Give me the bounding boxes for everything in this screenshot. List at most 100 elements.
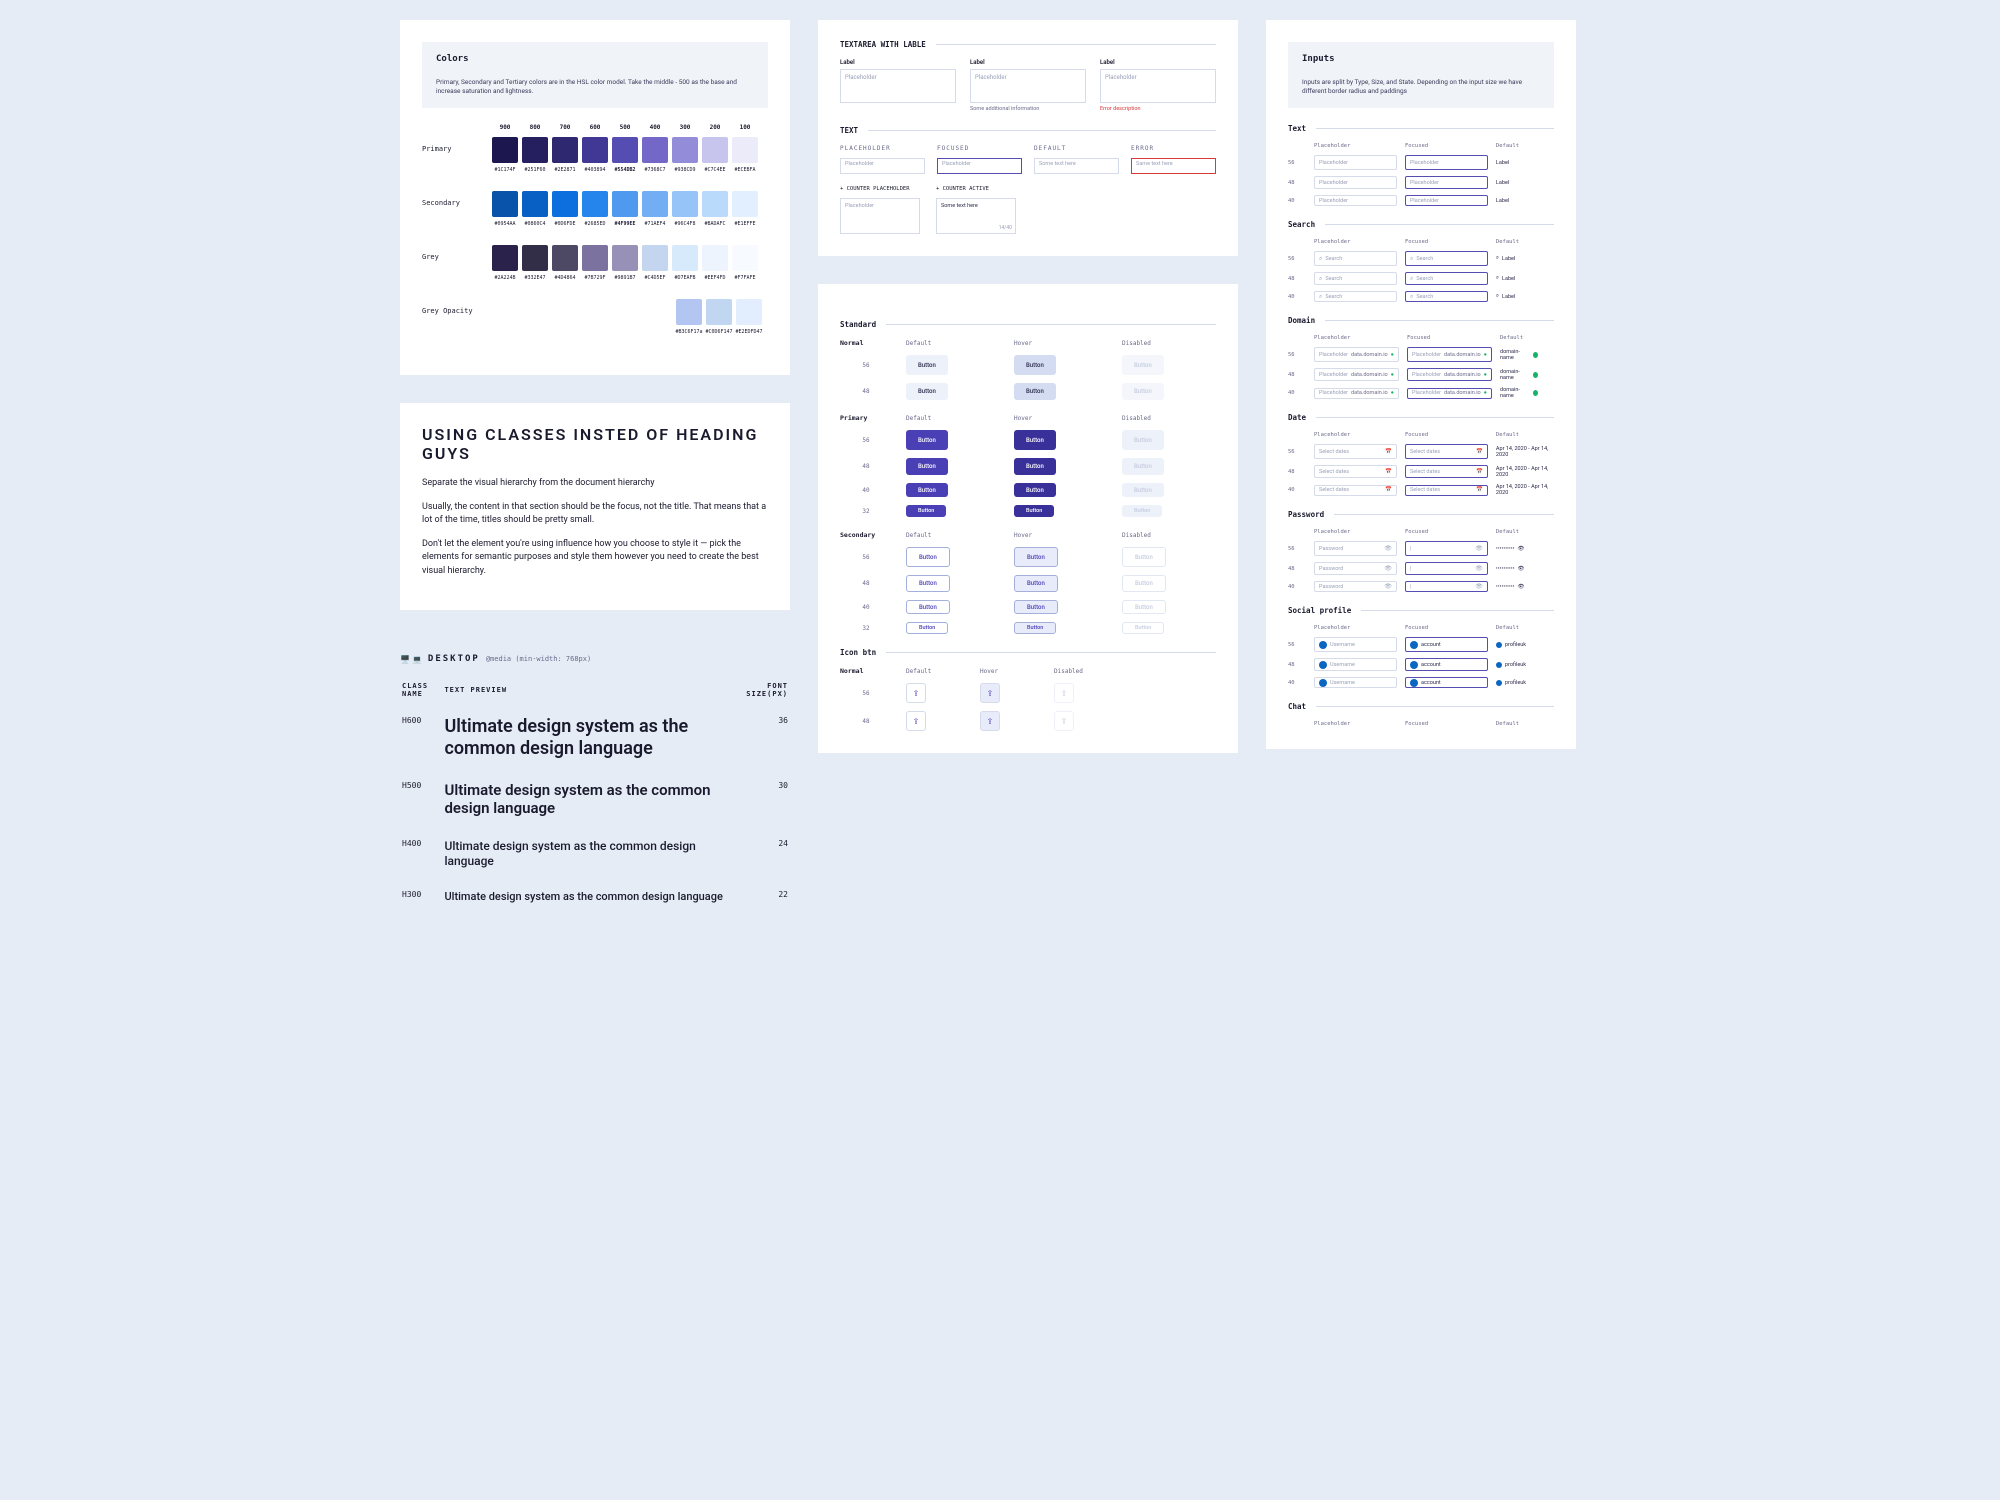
button-secondary[interactable]: Button	[906, 575, 950, 592]
eye-icon[interactable]: 👁	[1384, 583, 1392, 590]
color-swatch[interactable]: #9891B7	[612, 245, 638, 281]
domain-input[interactable]: Placeholderdata.domain.io●	[1314, 347, 1399, 362]
button-secondary[interactable]: Button	[906, 600, 950, 614]
password-input[interactable]: Password👁	[1314, 541, 1397, 556]
color-swatch[interactable]: #2685ED	[582, 191, 608, 227]
text-input-error[interactable]: Same text here	[1131, 158, 1216, 174]
search-input-focused[interactable]: ⌕Search	[1405, 291, 1488, 302]
color-swatch[interactable]: #554DB2	[612, 137, 638, 173]
color-swatch[interactable]: #332E47	[522, 245, 548, 281]
button-secondary[interactable]: Button	[1014, 575, 1058, 592]
button-secondary[interactable]: Button	[1014, 547, 1058, 567]
eye-icon[interactable]: 👁	[1475, 565, 1483, 572]
button-normal[interactable]: Button	[1014, 383, 1056, 400]
text-input-focused[interactable]: Placeholder	[937, 158, 1022, 174]
text-input[interactable]: Placeholder	[1314, 176, 1397, 189]
eye-icon[interactable]: 👁	[1475, 583, 1483, 590]
social-input[interactable]: Username	[1314, 637, 1397, 652]
eye-icon[interactable]: 👁	[1384, 545, 1392, 552]
button-primary[interactable]: Button	[1014, 430, 1056, 450]
date-input-focused[interactable]: Select dates📅	[1405, 465, 1488, 478]
button-primary[interactable]: Button	[1014, 458, 1056, 475]
button-primary[interactable]: Button	[906, 505, 946, 517]
text-input-focused[interactable]: Placeholder	[1405, 195, 1488, 206]
textarea-input[interactable]: Placeholder	[970, 69, 1086, 103]
password-input[interactable]: Password👁	[1314, 562, 1397, 575]
text-input[interactable]: Placeholder	[1314, 155, 1397, 170]
date-input-focused[interactable]: Select dates📅	[1405, 485, 1488, 496]
counter-placeholder-box[interactable]: Placeholder	[840, 198, 920, 234]
button-secondary[interactable]: Button	[906, 622, 948, 634]
eye-icon[interactable]: 👁	[1517, 566, 1524, 572]
color-swatch[interactable]: #ECEBFA	[732, 137, 758, 173]
color-swatch[interactable]: #4D4864	[552, 245, 578, 281]
password-input-focused[interactable]: |👁	[1405, 581, 1488, 592]
text-input-default[interactable]: Some text here	[1034, 158, 1119, 174]
button-primary[interactable]: Button	[906, 483, 948, 497]
domain-input-focused[interactable]: Placeholderdata.domain.io●	[1407, 368, 1492, 381]
button-normal[interactable]: Button	[906, 355, 948, 375]
button-secondary[interactable]: Button	[1014, 600, 1058, 614]
button-primary[interactable]: Button	[906, 430, 948, 450]
color-swatch[interactable]: #EEF4FD	[702, 245, 728, 281]
color-swatch[interactable]: #96C4F8	[672, 191, 698, 227]
textarea-input[interactable]: Placeholder	[1100, 69, 1216, 103]
icon-button-hover[interactable]: ⇪	[980, 711, 1000, 731]
text-input[interactable]: Placeholder	[1314, 195, 1397, 206]
color-swatch[interactable]: #2E2871	[552, 137, 578, 173]
eye-icon[interactable]: 👁	[1475, 545, 1483, 552]
date-input[interactable]: Select dates📅	[1314, 465, 1397, 478]
button-primary[interactable]: Button	[1014, 483, 1056, 497]
domain-input-focused[interactable]: Placeholderdata.domain.io●	[1407, 388, 1492, 399]
date-input-focused[interactable]: Select dates📅	[1405, 444, 1488, 459]
textarea-input[interactable]: Placeholder	[840, 69, 956, 103]
color-swatch[interactable]: #F7FAFE	[732, 245, 758, 281]
domain-input[interactable]: Placeholderdata.domain.io●	[1314, 368, 1399, 381]
color-swatch[interactable]: #1C174F	[492, 137, 518, 173]
color-swatch[interactable]: #D7EAFB	[672, 245, 698, 281]
color-swatch[interactable]: #938CD9	[672, 137, 698, 173]
text-input-placeholder[interactable]: Placeholder	[840, 158, 925, 174]
text-input-focused[interactable]: Placeholder	[1405, 176, 1488, 189]
color-swatch[interactable]: #251F60	[522, 137, 548, 173]
color-swatch[interactable]: #C4D5EF	[642, 245, 668, 281]
search-input[interactable]: ⌕Search	[1314, 291, 1397, 302]
color-swatch[interactable]: #BADAFC	[702, 191, 728, 227]
counter-active-box[interactable]: Some text here14/40	[936, 198, 1016, 234]
button-secondary[interactable]: Button	[906, 547, 950, 567]
button-normal[interactable]: Button	[906, 383, 948, 400]
date-input[interactable]: Select dates📅	[1314, 444, 1397, 459]
date-input[interactable]: Select dates📅	[1314, 485, 1397, 496]
color-swatch[interactable]: #0860C4	[522, 191, 548, 227]
color-swatch[interactable]: #403894	[582, 137, 608, 173]
eye-icon[interactable]: 👁	[1384, 565, 1392, 572]
social-input-focused[interactable]: account	[1405, 677, 1488, 688]
eye-icon[interactable]: 👁	[1517, 546, 1524, 552]
search-input-focused[interactable]: ⌕Search	[1405, 251, 1488, 266]
color-swatch[interactable]: #71AEF4	[642, 191, 668, 227]
color-swatch[interactable]: #7B729F	[582, 245, 608, 281]
button-primary[interactable]: Button	[906, 458, 948, 475]
social-input-focused[interactable]: account	[1405, 658, 1488, 671]
button-primary[interactable]: Button	[1014, 505, 1054, 517]
color-swatch[interactable]: #0954AA	[492, 191, 518, 227]
icon-button-default[interactable]: ⇪	[906, 683, 926, 703]
domain-input[interactable]: Placeholderdata.domain.io●	[1314, 388, 1399, 399]
search-input-focused[interactable]: ⌕Search	[1405, 272, 1488, 285]
eye-icon[interactable]: 👁	[1517, 584, 1524, 590]
search-input[interactable]: ⌕Search	[1314, 251, 1397, 266]
color-swatch[interactable]: #C7C4EE	[702, 137, 728, 173]
color-swatch[interactable]: #E1EFFE	[732, 191, 758, 227]
icon-button-hover[interactable]: ⇪	[980, 683, 1000, 703]
social-input[interactable]: Username	[1314, 677, 1397, 688]
social-input-focused[interactable]: account	[1405, 637, 1488, 652]
password-input-focused[interactable]: |👁	[1405, 541, 1488, 556]
button-secondary[interactable]: Button	[1014, 622, 1056, 634]
icon-button-default[interactable]: ⇪	[906, 711, 926, 731]
text-input-focused[interactable]: Placeholder	[1405, 155, 1488, 170]
social-input[interactable]: Username	[1314, 658, 1397, 671]
color-swatch[interactable]: #4F99EE	[612, 191, 638, 227]
domain-input-focused[interactable]: Placeholderdata.domain.io●	[1407, 347, 1492, 362]
color-swatch[interactable]: #0D6FDE	[552, 191, 578, 227]
color-swatch[interactable]: #2A224B	[492, 245, 518, 281]
